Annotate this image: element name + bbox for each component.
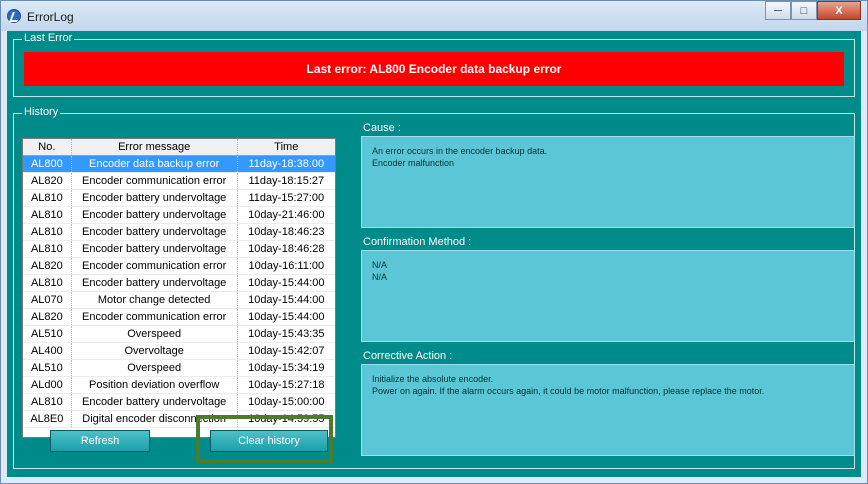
clear-history-highlight <box>196 415 333 463</box>
history-label: History <box>22 106 61 118</box>
column-header-error-message[interactable]: Error message <box>72 139 238 155</box>
confirmation-line: N/A <box>372 260 388 270</box>
cell-no: AL820 <box>23 309 72 325</box>
confirmation-method-panel: N/A N/A <box>361 250 855 342</box>
table-row[interactable]: AL820 Encoder communication error 11day-18… <box>23 173 335 190</box>
cell-no: AL810 <box>23 224 72 240</box>
cell-time: 10day-21:46:00 <box>248 209 325 221</box>
cell-error-message: Encoder battery undervoltage <box>72 207 238 223</box>
cell-no: AL8E0 <box>23 411 72 427</box>
table-header: No. Error message Time <box>23 139 335 156</box>
column-header-no[interactable]: No. <box>23 139 72 155</box>
cause-line: An error occurs in the encoder backup da… <box>372 146 548 156</box>
cell-time: 10day-18:46:23 <box>248 226 325 238</box>
cell-no: AL800 <box>23 156 72 172</box>
title-bar[interactable]: ErrorLog ─ □ X <box>1 1 867 31</box>
column-header-time[interactable]: Time <box>238 139 335 155</box>
app-icon <box>7 9 21 23</box>
cell-time: 11day-18:38:00 <box>248 158 325 170</box>
confirmation-method-label: Confirmation Method : <box>363 236 472 248</box>
maximize-button[interactable]: □ <box>791 1 817 20</box>
cell-error-message: Overvoltage <box>72 343 238 359</box>
errorlog-window: ErrorLog ─ □ X Last Error Last error: AL… <box>0 0 868 484</box>
cell-time: 10day-15:27:18 <box>248 379 325 391</box>
cell-no: AL510 <box>23 326 72 342</box>
cell-no: AL510 <box>23 360 72 376</box>
table-row[interactable]: AL810 Encoder battery undervoltage 10day-1… <box>23 275 335 292</box>
confirmation-line: N/A <box>372 272 388 282</box>
last-error-label: Last Error <box>22 32 75 44</box>
cell-error-message: Encoder communication error <box>72 173 238 189</box>
table-row[interactable]: AL510 Overspeed 10day-15:43:35 <box>23 326 335 343</box>
cell-no: AL810 <box>23 241 72 257</box>
window-controls: ─ □ X <box>765 1 861 20</box>
cell-time: 10day-18:46:28 <box>248 243 325 255</box>
cell-no: AL820 <box>23 173 72 189</box>
table-row[interactable]: AL820 Encoder communication error 10day-16… <box>23 258 335 275</box>
cell-error-message: Encoder battery undervoltage <box>72 394 238 410</box>
cell-error-message: Motor change detected <box>72 292 238 308</box>
cell-error-message: Encoder battery undervoltage <box>72 224 238 240</box>
cell-time: 11day-15:27:00 <box>248 192 325 204</box>
cell-error-message: Encoder communication error <box>72 258 238 274</box>
close-button[interactable]: X <box>817 1 861 20</box>
table-row[interactable]: AL070 Motor change detected 10day-15:44:00 <box>23 292 335 309</box>
corrective-action-panel: Initialize the absolute encoder. Power o… <box>361 364 855 456</box>
cell-no: AL810 <box>23 275 72 291</box>
cell-error-message: Encoder communication error <box>72 309 238 325</box>
table-row[interactable]: AL810 Encoder battery undervoltage 10day-2… <box>23 207 335 224</box>
cell-error-message: Encoder battery undervoltage <box>72 241 238 257</box>
cell-no: ALd00 <box>23 377 72 393</box>
table-row[interactable]: ALd00 Position deviation overflow 10day-15… <box>23 377 335 394</box>
last-error-group: Last Error Last error: AL800 Encoder dat… <box>13 32 855 97</box>
cell-time: 10day-15:00:00 <box>248 396 325 408</box>
cell-time: 10day-15:44:00 <box>248 294 325 306</box>
table-row[interactable]: AL820 Encoder communication error 10day-15… <box>23 309 335 326</box>
cause-line: Encoder malfunction <box>372 158 455 168</box>
cell-no: AL810 <box>23 207 72 223</box>
cell-time: 10day-15:42:07 <box>248 345 325 357</box>
corrective-line: Initialize the absolute encoder. <box>372 374 494 384</box>
table-body: AL800 Encoder data backup error 11day-18:3… <box>23 156 335 428</box>
table-row[interactable]: AL810 Encoder battery undervoltage 10day-1… <box>23 224 335 241</box>
refresh-button[interactable]: Refresh <box>50 430 150 452</box>
cell-time: 10day-15:34:19 <box>248 362 325 374</box>
cell-error-message: Overspeed <box>72 360 238 376</box>
table-row[interactable]: AL400 Overvoltage 10day-15:42:07 <box>23 343 335 360</box>
cell-no: AL820 <box>23 258 72 274</box>
cell-error-message: Encoder data backup error <box>72 156 238 172</box>
cell-error-message: Encoder battery undervoltage <box>72 190 238 206</box>
corrective-action-label: Corrective Action : <box>363 350 453 362</box>
cell-no: AL070 <box>23 292 72 308</box>
cause-label: Cause : <box>363 122 401 134</box>
table-row[interactable]: AL810 Encoder battery undervoltage 11day-1… <box>23 190 335 207</box>
corrective-line: Power on again. If the alarm occurs agai… <box>372 386 765 396</box>
cell-time: 10day-15:44:00 <box>248 311 325 323</box>
table-row[interactable]: AL800 Encoder data backup error 11day-18:3… <box>23 156 335 173</box>
cell-time: 10day-15:44:00 <box>248 277 325 289</box>
table-row[interactable]: AL810 Encoder battery undervoltage 10day-1… <box>23 241 335 258</box>
window-title: ErrorLog <box>27 10 74 24</box>
table-row[interactable]: AL510 Overspeed 10day-15:34:19 <box>23 360 335 377</box>
cell-error-message: Overspeed <box>72 326 238 342</box>
cell-time: 10day-16:11:00 <box>248 260 325 272</box>
cell-time: 11day-18:15:27 <box>248 175 325 187</box>
history-table[interactable]: No. Error message Time AL800 Encoder data… <box>22 138 336 438</box>
cell-no: AL810 <box>23 190 72 206</box>
cell-time: 10day-15:43:35 <box>248 328 325 340</box>
cell-no: AL400 <box>23 343 72 359</box>
cell-error-message: Encoder battery undervoltage <box>72 275 238 291</box>
cell-no: AL810 <box>23 394 72 410</box>
last-error-banner: Last error: AL800 Encoder data backup er… <box>24 52 844 86</box>
table-row[interactable]: AL810 Encoder battery undervoltage 10day-1… <box>23 394 335 411</box>
cell-error-message: Position deviation overflow <box>72 377 238 393</box>
cause-panel: An error occurs in the encoder backup da… <box>361 136 855 228</box>
client-area: Last Error Last error: AL800 Encoder dat… <box>7 31 861 477</box>
minimize-button[interactable]: ─ <box>765 1 791 20</box>
